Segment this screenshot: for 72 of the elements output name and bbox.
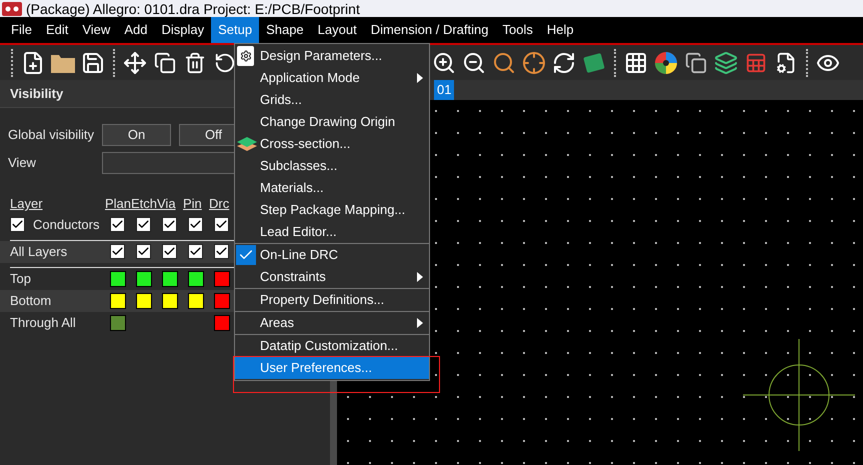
checkbox[interactable] (110, 217, 125, 232)
view-label: View (8, 154, 37, 172)
checkbox[interactable] (162, 217, 177, 232)
column-header: Plan (105, 195, 131, 213)
color-swatch[interactable] (214, 314, 230, 330)
column-header: Etch (131, 195, 157, 213)
menu-entry[interactable]: Grids... (235, 89, 429, 111)
menu-item[interactable]: Help (540, 17, 581, 43)
layer-stack-icon (236, 135, 258, 153)
menu-item[interactable]: Tools (495, 17, 540, 43)
column-header: Via (157, 195, 177, 213)
submenu-arrow-icon (417, 272, 423, 282)
menu-item[interactable]: Display (154, 17, 212, 43)
panel-title: Visibility (10, 84, 64, 103)
color-swatch[interactable] (162, 270, 178, 286)
column-header: Pin (183, 195, 203, 213)
checkbox[interactable] (188, 217, 203, 232)
layer-label: Through All (10, 314, 76, 332)
menu-entry[interactable]: Subclasses... (235, 155, 429, 177)
menu-item[interactable]: Edit (38, 17, 76, 43)
check-icon (236, 245, 256, 265)
layer-label: Conductors (33, 216, 100, 234)
menu-item[interactable]: Add (117, 17, 154, 43)
color-swatch[interactable] (136, 292, 152, 308)
color-swatch[interactable] (110, 270, 126, 286)
checkbox[interactable] (136, 244, 151, 259)
color-swatch[interactable] (214, 292, 230, 308)
layer-label: Bottom (10, 292, 52, 310)
menu-item[interactable]: Dimension / Drafting (364, 17, 496, 43)
checkbox[interactable] (214, 217, 229, 232)
layer-label: Top (10, 270, 31, 288)
settings-document-icon (237, 46, 254, 66)
canvas-tab[interactable]: 01 (434, 80, 454, 100)
menu-entry[interactable]: Areas (235, 312, 429, 334)
color-swatch[interactable] (110, 292, 126, 308)
column-header: Layer (10, 195, 44, 213)
checkbox[interactable] (136, 217, 151, 232)
menu-item[interactable]: View (75, 17, 118, 43)
menu-entry[interactable]: User Preferences... (235, 357, 429, 379)
color-swatch[interactable] (188, 270, 204, 286)
menu-item[interactable]: Shape (259, 17, 311, 43)
menu-entry[interactable]: Lead Editor... (235, 221, 429, 243)
window-title: (Package) Allegro: 0101.dra Project: E:/PCB/Footprint (26, 2, 360, 16)
global-visibility-label: Global visibility (8, 126, 95, 144)
checkbox[interactable] (110, 244, 125, 259)
origin-crosshair-icon (743, 339, 855, 451)
layer-label: All Layers (10, 242, 68, 261)
menu-entry[interactable]: Materials... (235, 177, 429, 199)
color-swatch[interactable] (110, 314, 126, 330)
checkbox[interactable] (214, 244, 229, 259)
color-swatch[interactable] (188, 292, 204, 308)
menu-entry[interactable]: Step Package Mapping... (235, 199, 429, 221)
menu-item[interactable]: File (4, 17, 39, 43)
color-swatch[interactable] (162, 292, 178, 308)
color-swatch[interactable] (136, 270, 152, 286)
submenu-arrow-icon (417, 73, 423, 83)
color-swatch[interactable] (214, 270, 230, 286)
checkbox[interactable] (10, 217, 25, 232)
app-logo-icon (2, 2, 22, 16)
visibility-button[interactable]: On (102, 124, 171, 146)
menu-entry[interactable]: Datatip Customization... (235, 335, 429, 357)
menu-entry[interactable]: Application Mode (235, 67, 429, 89)
menu-entry[interactable]: Property Definitions... (235, 289, 429, 311)
checkbox[interactable] (188, 244, 203, 259)
menu-item[interactable]: Setup (211, 17, 260, 43)
menu-entry[interactable]: Design Parameters... (235, 45, 429, 67)
submenu-arrow-icon (417, 318, 423, 328)
menu-entry[interactable]: On-Line DRC (235, 244, 429, 266)
menu-entry[interactable]: Constraints (235, 266, 429, 288)
column-header: Drc (209, 195, 230, 213)
menu-item[interactable]: Layout (310, 17, 364, 43)
checkbox[interactable] (162, 244, 177, 259)
